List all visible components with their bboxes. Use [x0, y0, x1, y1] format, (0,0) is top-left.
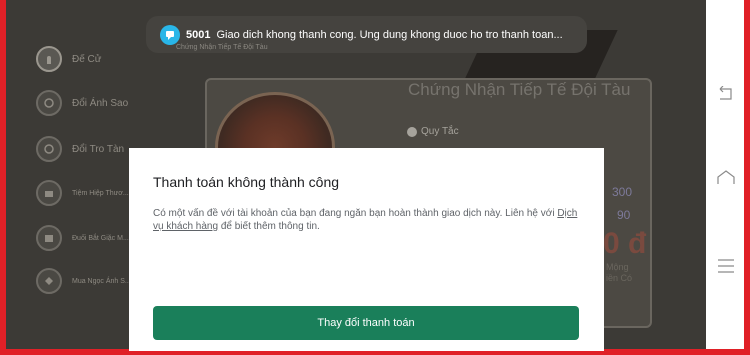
payment-failed-dialog: Thanh toán không thành công Có một vấn đ… — [129, 148, 604, 351]
amount-a: 300 — [612, 185, 633, 199]
sidebar-item-de-cu[interactable]: Đế Cử — [36, 46, 101, 72]
body-text: Có một vấn đề với tài khoản của bạn đang… — [153, 208, 558, 219]
rule-link[interactable]: Quy Tắc — [407, 126, 459, 137]
star-exchange-icon — [36, 90, 62, 116]
price: 0 đ — [603, 227, 647, 260]
system-navbar — [706, 0, 744, 349]
info-icon — [407, 126, 417, 137]
toast-subtext: Chứng Nhận Tiếp Tế Đội Tàu — [176, 44, 268, 51]
dialog-body: Có một vấn đề với tài khoản của bạn đang… — [153, 207, 583, 233]
dialog-title: Thanh toán không thành công — [153, 174, 340, 190]
menu-icon[interactable] — [716, 256, 736, 276]
gem-icon — [36, 268, 62, 294]
sidebar-label: Đổi Tro Tàn — [72, 143, 125, 155]
panel-footnote: Mộng iền Có — [606, 262, 632, 284]
rule-label: Quy Tắc — [421, 126, 459, 137]
ash-exchange-icon — [36, 136, 62, 162]
sidebar-item-tiem-hiep-thuong[interactable]: Tiệm Hiệp Thươ... — [36, 180, 129, 206]
pirate-icon — [36, 225, 62, 251]
change-payment-button[interactable]: Thay đổi thanh toán — [153, 306, 579, 340]
sidebar-label: Tiệm Hiệp Thươ... — [72, 189, 129, 197]
toast-message: Giao dich khong thanh cong. Ung dung kho… — [216, 28, 563, 41]
back-icon[interactable] — [716, 84, 736, 104]
mong-label: Mộng — [606, 262, 629, 272]
amount-b: 90 — [617, 208, 631, 222]
sidebar-label: Đổi Ánh Sao — [72, 97, 129, 109]
con-label: iền Có — [606, 273, 633, 283]
panel-title: Chứng Nhận Tiếp Tế Đội Tàu — [408, 80, 631, 99]
sidebar-item-doi-anh-sao[interactable]: Đổi Ánh Sao — [36, 90, 128, 116]
sidebar-item-duoi-bat-giac[interactable]: Đuối Bắt Giặc M... — [36, 225, 129, 251]
sidebar-label: Đuối Bắt Giặc M... — [72, 234, 129, 242]
body-text-end: để biết thêm thông tin. — [218, 221, 320, 232]
chat-icon — [160, 24, 180, 45]
home-icon[interactable] — [716, 168, 736, 188]
sidebar-label: Mua Ngọc Ánh S... — [72, 277, 131, 285]
shop-icon — [36, 180, 62, 206]
game-sidebar: Đế Cử Đổi Ánh Sao Đổi Tro Tàn Tiệm Hiệp … — [30, 32, 140, 302]
sidebar-label: Đế Cử — [72, 53, 102, 65]
error-code: 5001 — [186, 28, 211, 41]
sidebar-item-mua-ngoc[interactable]: Mua Ngọc Ánh S... — [36, 268, 131, 294]
hand-icon — [36, 46, 62, 72]
sidebar-item-doi-tro-tan[interactable]: Đổi Tro Tàn — [36, 136, 124, 162]
